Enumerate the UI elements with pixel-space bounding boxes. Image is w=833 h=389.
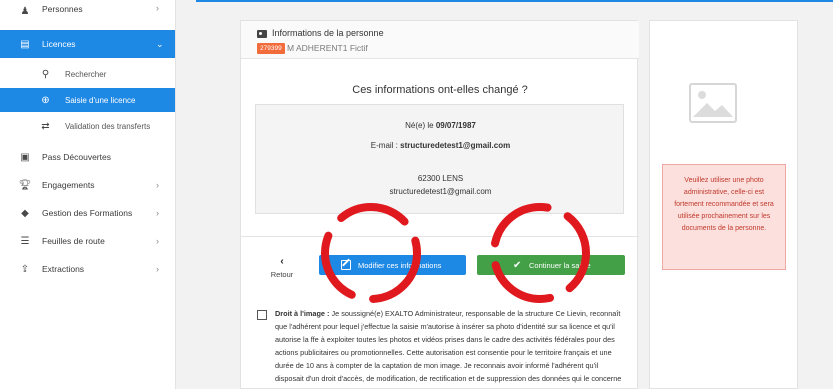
chevron-left-icon: ‹ bbox=[280, 256, 284, 267]
top-accent-line bbox=[196, 0, 833, 2]
chevron-right-icon: › bbox=[156, 264, 159, 274]
email-label: E-mail : bbox=[370, 141, 398, 150]
continue-button[interactable]: ✔ Continuer la saisie bbox=[477, 255, 625, 275]
back-label: Retour bbox=[270, 270, 294, 279]
chevron-right-icon: › bbox=[156, 180, 159, 190]
chevron-right-icon: › bbox=[156, 3, 159, 13]
continue-label: Continuer la saisie bbox=[529, 260, 591, 270]
sidebar-item-label: Gestion des Formations bbox=[42, 208, 133, 218]
member-name: M ADHERENT1 Fictif bbox=[287, 43, 368, 53]
license-number-badge: 279399 bbox=[257, 43, 285, 54]
sidebar-item-label: Pass Découvertes bbox=[42, 152, 111, 162]
pass-icon: ▣ bbox=[20, 151, 30, 163]
graduation-cap-icon: ◆ bbox=[21, 207, 29, 219]
sidebar-item-label: Feuilles de route bbox=[42, 236, 105, 246]
address-email-line: structuredetest1@gmail.com bbox=[389, 187, 492, 196]
sidebar-item-extractions[interactable]: ⇪ Extractions › bbox=[0, 255, 175, 283]
photo-notice: Veuillez utiliser une photo administrati… bbox=[662, 164, 786, 270]
sidebar-item-label: Extractions bbox=[42, 264, 85, 274]
sidebar-item-feuilles-route[interactable]: ☰ Feuilles de route › bbox=[0, 227, 175, 255]
email-line: E-mail : structuredetest1@gmail.com bbox=[256, 141, 625, 150]
edit-icon bbox=[341, 260, 351, 270]
transfer-icon: ⇄ bbox=[41, 120, 50, 132]
image-rights-body: Je soussigné(e) EXALTO Administrateur, r… bbox=[275, 309, 622, 389]
photo-card: Veuillez utiliser une photo administrati… bbox=[649, 20, 798, 389]
chevron-right-icon: › bbox=[156, 236, 159, 246]
sidebar-item-label: Engagements bbox=[42, 180, 95, 190]
divider bbox=[241, 236, 639, 237]
sidebar-subitem-label: Saisie d'une licence bbox=[65, 95, 136, 105]
back-button[interactable]: ‹ Retour bbox=[266, 256, 298, 280]
image-rights-checkbox[interactable] bbox=[257, 310, 267, 320]
sidebar-subitem-saisie-licence[interactable]: ⊕ Saisie d'une licence bbox=[0, 88, 175, 112]
sidebar-subitem-label: Rechercher bbox=[65, 69, 107, 79]
search-icon: ⚲ bbox=[41, 68, 50, 80]
card-icon: ▤ bbox=[20, 38, 30, 50]
sidebar: ♟ Personnes › ▤ Licences ⌄ ⚲ Rechercher … bbox=[0, 0, 176, 389]
sidebar-item-personnes[interactable]: ♟ Personnes › bbox=[0, 0, 175, 22]
city-line: 62300 LENS bbox=[417, 174, 464, 183]
person-icon: ♟ bbox=[20, 5, 30, 17]
birth-date-line: Né(e) le 09/07/1987 bbox=[256, 121, 625, 130]
chevron-down-icon: ⌄ bbox=[156, 38, 164, 49]
image-placeholder-icon[interactable] bbox=[689, 83, 737, 123]
id-card-icon bbox=[257, 30, 267, 38]
edit-info-button[interactable]: Modifier ces informations bbox=[319, 255, 466, 275]
sidebar-subitem-validation-transferts[interactable]: ⇄ Validation des transferts bbox=[0, 114, 175, 138]
check-icon: ✔ bbox=[513, 259, 522, 271]
person-details-box: Né(e) le 09/07/1987 E-mail : structurede… bbox=[255, 104, 624, 214]
plus-circle-icon: ⊕ bbox=[41, 94, 50, 106]
person-info-card: Informations de la personne 279399 M ADH… bbox=[240, 20, 639, 389]
sidebar-item-licences[interactable]: ▤ Licences ⌄ bbox=[0, 30, 175, 58]
sidebar-item-label: Personnes bbox=[42, 4, 83, 14]
sidebar-subitem-label: Validation des transferts bbox=[65, 121, 151, 131]
image-rights-text: Droit à l'image : Je soussigné(e) EXALTO… bbox=[275, 307, 627, 389]
sidebar-item-label: Licences bbox=[42, 39, 76, 49]
list-icon: ☰ bbox=[20, 235, 30, 247]
card-header: Informations de la personne 279399 M ADH… bbox=[241, 21, 639, 59]
sidebar-item-gestion-formations[interactable]: ◆ Gestion des Formations › bbox=[0, 199, 175, 227]
sidebar-item-engagements[interactable]: 🏆︎ Engagements › bbox=[0, 171, 175, 199]
image-rights-title: Droit à l'image : bbox=[275, 309, 330, 318]
chevron-right-icon: › bbox=[156, 208, 159, 218]
birth-date-value: 09/07/1987 bbox=[435, 121, 476, 130]
sidebar-subitem-rechercher[interactable]: ⚲ Rechercher bbox=[0, 62, 175, 86]
email-value: structuredetest1@gmail.com bbox=[400, 141, 511, 150]
card-title: Informations de la personne bbox=[272, 28, 384, 38]
export-icon: ⇪ bbox=[20, 263, 30, 275]
edit-info-label: Modifier ces informations bbox=[358, 260, 442, 270]
trophy-icon: 🏆︎ bbox=[18, 179, 32, 191]
confirmation-question: Ces informations ont-elles changé ? bbox=[352, 84, 528, 96]
birth-date-label: Né(e) le bbox=[405, 121, 434, 130]
sidebar-item-pass-decouvertes[interactable]: ▣ Pass Découvertes bbox=[0, 143, 175, 171]
